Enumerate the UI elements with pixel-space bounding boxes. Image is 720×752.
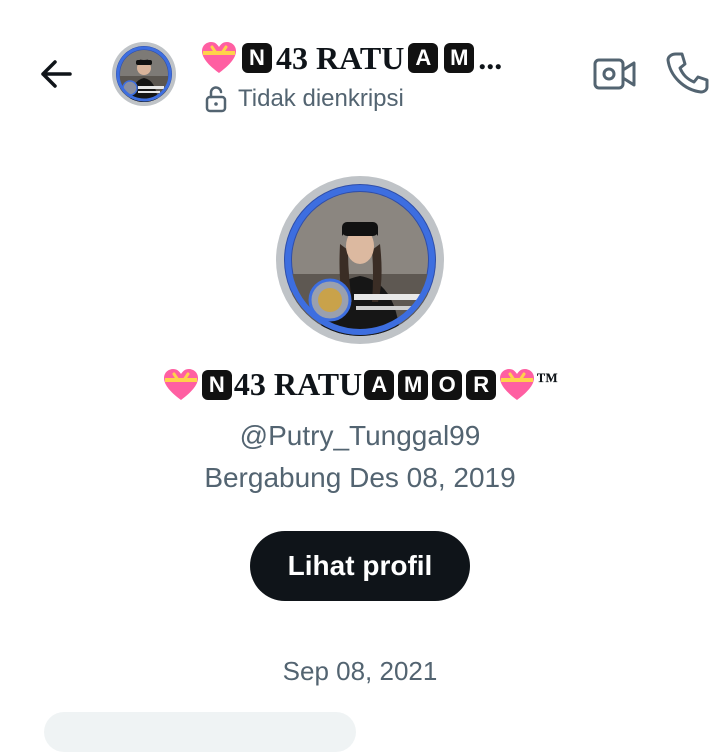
phone-call-icon[interactable] [664, 50, 710, 96]
conversation-title[interactable]: N 43 RATU A M ... [200, 38, 502, 78]
video-call-icon[interactable] [592, 54, 638, 94]
heart-ribbon-icon [202, 42, 236, 73]
unlock-icon [205, 86, 227, 113]
trademark-symbol: ™ [536, 368, 559, 393]
profile-name: N 43 RATU A M O R ™ [0, 366, 720, 403]
name-text: 43 RATU [233, 366, 363, 402]
profile-handle: @Putry_Tunggal99 [239, 420, 481, 451]
back-arrow-icon[interactable] [34, 52, 78, 96]
encryption-status: Tidak dienkripsi [204, 84, 404, 114]
view-profile-button[interactable]: Lihat profil [250, 531, 470, 601]
name-letter-box: N [201, 369, 232, 400]
profile-joined-date: Bergabung Des 08, 2019 [204, 462, 516, 493]
message-bubble[interactable] [44, 712, 356, 752]
name-letter-box: A [364, 369, 395, 400]
name-ellipsis: ... [478, 39, 503, 76]
profile-avatar[interactable] [276, 176, 444, 344]
name-letter-box: M [444, 43, 475, 73]
profile-avatar-image [284, 184, 436, 336]
name-letter-box: N [242, 43, 272, 73]
name-letter-box: M [398, 369, 429, 400]
avatar-image [116, 46, 172, 102]
name-letter-box: R [466, 369, 497, 400]
message-date-separator: Sep 08, 2021 [282, 656, 438, 686]
conversation-avatar[interactable] [112, 42, 176, 106]
heart-ribbon-icon [163, 368, 198, 400]
name-letter-box: O [432, 369, 463, 400]
name-letter-box: A [408, 43, 439, 73]
encryption-status-text: Tidak dienkripsi [238, 85, 404, 112]
name-text: 43 RATU [276, 39, 405, 76]
heart-ribbon-icon [500, 368, 535, 400]
